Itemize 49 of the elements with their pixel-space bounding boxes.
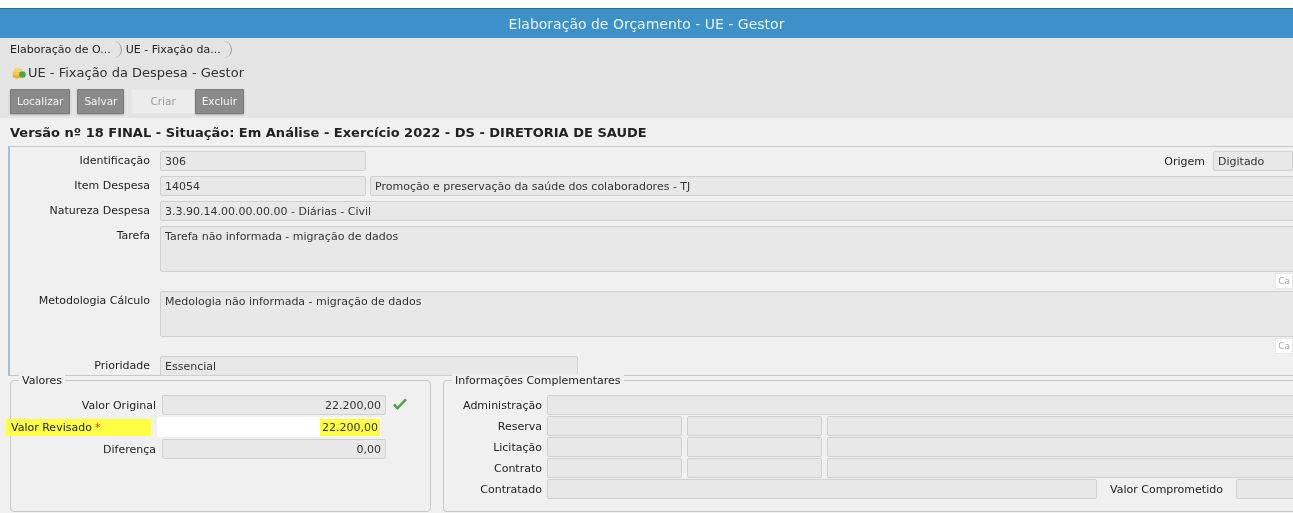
- breadcrumb-tab[interactable]: UE - Fixação da...: [121, 40, 232, 58]
- text-area[interactable]: Medologia não informada - migração de dados: [160, 291, 1293, 337]
- field-label: Valor Revisado *: [6, 418, 151, 436]
- input-field[interactable]: [547, 479, 1097, 499]
- character-counter: Ca: [1275, 338, 1293, 354]
- window-title: Elaboração de Orçamento - UE - Gestor: [508, 15, 785, 32]
- field-label: Natureza Despesa: [48, 203, 151, 217]
- input-field[interactable]: [1235, 479, 1293, 499]
- field-label: Origem: [1164, 154, 1206, 168]
- input-field[interactable]: [547, 458, 682, 478]
- field-label: Contratado: [479, 482, 542, 496]
- field-label: Reserva: [496, 419, 542, 433]
- field-label: Item Despesa: [73, 178, 151, 192]
- input-field[interactable]: Promoção e preservação da saúde dos colaboradores - TJ: [370, 176, 1293, 196]
- field-label: Valor Original: [80, 397, 156, 414]
- input-field[interactable]: 3.3.90.14.00.00.00.00 - Diárias - Civil: [160, 201, 1293, 221]
- field-label: Prioridade: [93, 358, 151, 372]
- input-field[interactable]: Digitado: [1213, 151, 1293, 171]
- input-field[interactable]: 0,00: [162, 439, 386, 459]
- character-counter: Ca: [1275, 273, 1293, 289]
- field-label: Tarefa: [115, 228, 151, 242]
- page-title: UE - Fixação da Despesa - Gestor: [28, 64, 244, 80]
- input-field[interactable]: [827, 458, 1293, 478]
- input-field[interactable]: 14054: [160, 176, 366, 196]
- input-field[interactable]: [687, 437, 822, 457]
- field-label: Diferença: [102, 441, 156, 458]
- field-label: Metodologia Cálculo: [37, 293, 151, 307]
- input-field[interactable]: [547, 437, 682, 457]
- input-field[interactable]: [547, 395, 1293, 415]
- input-field[interactable]: 306: [160, 151, 366, 171]
- input-field[interactable]: [687, 458, 822, 478]
- group-legend: Informações Complementares: [452, 374, 624, 387]
- input-field[interactable]: 22.200,00: [157, 417, 381, 437]
- input-field[interactable]: 22.200,00: [162, 395, 386, 415]
- input-field[interactable]: [827, 416, 1293, 436]
- field-label: Contrato: [493, 461, 542, 475]
- input-field[interactable]: [547, 416, 682, 436]
- input-field[interactable]: [687, 416, 822, 436]
- field-label: Identificação: [78, 153, 151, 167]
- field-label: Valor Comprometido: [1109, 482, 1224, 496]
- input-field[interactable]: [827, 437, 1293, 457]
- version-heading: Versão nº 18 FINAL - Situação: Em Análise - Exercício 2022 - DS - DIRETORIA DE SAUDE: [9, 123, 648, 142]
- coins-icon: [12, 65, 26, 79]
- text-area[interactable]: Tarefa não informada - migração de dados: [160, 226, 1293, 272]
- field-label: Administração: [462, 398, 542, 412]
- input-field[interactable]: Essencial: [160, 356, 578, 376]
- breadcrumb-tab[interactable]: Elaboração de O...: [6, 40, 122, 58]
- field-label: Licitação: [492, 440, 542, 454]
- group-legend: Valores: [19, 374, 65, 387]
